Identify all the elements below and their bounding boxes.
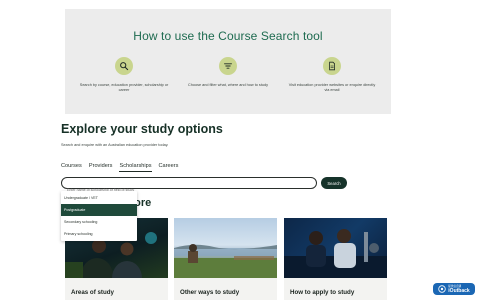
badge-line2: iOutback: [448, 287, 470, 294]
study-level-dropdown: Undergraduate / VET Postgraduate Seconda…: [61, 191, 137, 241]
howto-step-text: Search by course, education provider, sc…: [79, 83, 169, 93]
photo-laboratory: [284, 218, 387, 278]
howto-panel: How to use the Course Search tool Search…: [65, 9, 391, 114]
filter-icon: [219, 57, 237, 75]
dropdown-option-secondary[interactable]: Secondary schooling: [61, 216, 137, 228]
explore-subtitle: Search and enquire with an Australian ed…: [61, 143, 169, 147]
tab-scholarships[interactable]: Scholarships: [119, 163, 152, 172]
howto-step-visit: Visit education provider websites or enq…: [287, 57, 377, 94]
page: How to use the Course Search tool Search…: [0, 0, 480, 300]
howto-step-text: Visit education provider websites or enq…: [288, 83, 376, 93]
card-caption: How to apply to study: [290, 289, 355, 296]
search-tabs: Courses Providers Scholarships Careers: [61, 163, 178, 172]
card-how-to-apply[interactable]: How to apply to study: [284, 218, 387, 300]
howto-step-search: Search by course, education provider, sc…: [79, 57, 169, 94]
document-icon: [323, 57, 341, 75]
card-caption: Areas of study: [71, 289, 114, 296]
search-field[interactable]: [61, 177, 317, 195]
search-button[interactable]: Search: [321, 177, 347, 189]
tab-careers[interactable]: Careers: [159, 163, 179, 172]
chat-icon: [438, 285, 446, 293]
search-icon: [115, 57, 133, 75]
ioutback-badge[interactable]: 提供信息通 iOutback: [433, 283, 475, 295]
howto-step-filter: Choose and filter what, where and how to…: [183, 57, 273, 88]
howto-title: How to use the Course Search tool: [133, 29, 323, 43]
howto-step-text: Choose and filter what, where and how to…: [188, 83, 268, 87]
card-other-ways-to-study[interactable]: Other ways to study: [174, 218, 277, 300]
photo-lake: [174, 218, 277, 278]
tab-providers[interactable]: Providers: [89, 163, 113, 172]
card-caption: Other ways to study: [180, 289, 240, 296]
dropdown-option-undergraduate[interactable]: Undergraduate / VET: [61, 192, 137, 204]
dropdown-option-primary[interactable]: Primary schooling: [61, 228, 137, 240]
tab-courses[interactable]: Courses: [61, 163, 82, 172]
explore-heading: Explore your study options: [61, 122, 223, 136]
dropdown-option-postgraduate[interactable]: Postgraduate: [61, 204, 137, 216]
